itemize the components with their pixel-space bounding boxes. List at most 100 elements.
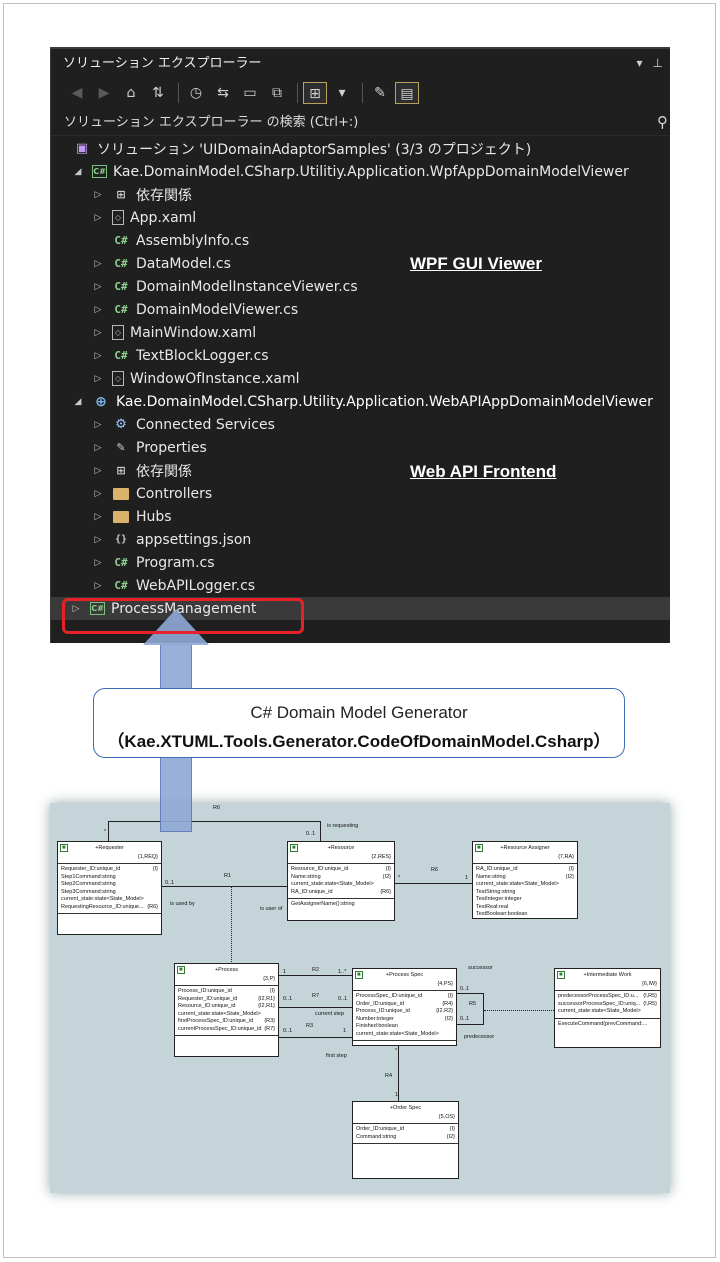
generator-title: C# Domain Model Generator bbox=[250, 703, 468, 722]
tree-item[interactable]: ▷ C# DomainModelViewer.cs bbox=[51, 298, 670, 321]
label-r4: R4 bbox=[385, 1073, 393, 1079]
collapsed-chevron-icon[interactable]: ▷ bbox=[93, 443, 103, 453]
tree-item[interactable]: ▷ ◇ App.xaml bbox=[51, 206, 670, 229]
tree-item[interactable]: ▷ ◇ MainWindow.xaml bbox=[51, 321, 670, 344]
class-resource-assigner[interactable]: ■ +Resource Assigner {7,RA} RA_ID:unique_i… bbox=[472, 841, 578, 919]
explorer-title: ソリューション エクスプローラー bbox=[63, 56, 262, 71]
collapsed-chevron-icon[interactable]: ▷ bbox=[93, 581, 103, 591]
connected-services-icon: ⚙ bbox=[115, 417, 127, 432]
label-mult: 1 bbox=[283, 969, 287, 975]
forward-icon[interactable]: ▶ bbox=[92, 82, 116, 104]
tree-item[interactable]: ▷ ✎ Properties bbox=[51, 436, 670, 459]
r5-line bbox=[457, 993, 483, 994]
tree-item[interactable]: ▷ C# Program.cs bbox=[51, 551, 670, 574]
tree-item[interactable]: ▷ Hubs bbox=[51, 505, 670, 528]
collapsed-chevron-icon[interactable]: ▷ bbox=[93, 213, 103, 223]
collapsed-chevron-icon[interactable]: ▷ bbox=[93, 489, 103, 499]
r4-line bbox=[398, 1045, 399, 1101]
collapsed-chevron-icon[interactable]: ▷ bbox=[93, 305, 103, 315]
toolbar-separator bbox=[178, 83, 179, 103]
collapsed-chevron-icon[interactable]: ▷ bbox=[93, 420, 103, 430]
collapsed-chevron-icon[interactable]: ▷ bbox=[93, 535, 103, 545]
json-file-icon: {} bbox=[114, 534, 128, 545]
xaml-file-icon: ◇ bbox=[112, 325, 124, 340]
tree-item[interactable]: ◢ ⊕ Kae.DomainModel.CSharp.Utility.Appli… bbox=[51, 390, 670, 413]
collapsed-chevron-icon[interactable]: ▷ bbox=[93, 466, 103, 476]
view-class-dropdown-icon[interactable]: ▾ bbox=[330, 82, 354, 104]
class-resource[interactable]: ■ +Resource {2,RES} Resource_ID:unique_id{… bbox=[287, 841, 395, 921]
back-icon[interactable]: ◀ bbox=[65, 82, 89, 104]
tree-item[interactable]: ▷ {} appsettings.json bbox=[51, 528, 670, 551]
options-dropdown-icon[interactable]: ▾ bbox=[637, 49, 643, 78]
toolbar-separator bbox=[297, 83, 298, 103]
label-mult: 1..* bbox=[338, 969, 347, 975]
label-current-step: current step bbox=[315, 1011, 345, 1017]
search-icon[interactable]: ⚲ bbox=[657, 113, 668, 131]
home-icon[interactable]: ⌂ bbox=[119, 82, 143, 104]
label-r6: R6 bbox=[213, 805, 221, 811]
tree-item[interactable]: ▷ C# DomainModelInstanceViewer.cs bbox=[51, 275, 670, 298]
tree-item[interactable]: ▷ ⚙ Connected Services bbox=[51, 413, 670, 436]
class-requester[interactable]: ■ +Requester {1,REQ} Requester_ID:unique_i… bbox=[57, 841, 162, 935]
expanded-chevron-icon[interactable]: ◢ bbox=[73, 397, 83, 407]
label-successor: successor bbox=[468, 965, 493, 971]
collapsed-chevron-icon[interactable]: ▷ bbox=[93, 259, 103, 269]
tree-item[interactable]: ▷ Controllers bbox=[51, 482, 670, 505]
pending-changes-filter-icon[interactable]: ◷ bbox=[184, 82, 208, 104]
tree-item[interactable]: ▷ C# DataModel.cs bbox=[51, 252, 670, 275]
collapse-all-icon[interactable]: ▭ bbox=[238, 82, 262, 104]
label-predecessor: predecessor bbox=[464, 1034, 495, 1040]
preview-selected-items-icon[interactable]: ▤ bbox=[395, 82, 419, 104]
class-process-spec[interactable]: ■ +Process Spec {4,PS} ProcessSpec_ID:uniq… bbox=[352, 968, 457, 1046]
properties-icon: ✎ bbox=[116, 441, 126, 454]
pin-icon[interactable]: ⊥ bbox=[653, 49, 663, 78]
tree-item[interactable]: ▷ C# TextBlockLogger.cs bbox=[51, 344, 670, 367]
properties-wrench-icon[interactable]: ✎ bbox=[368, 82, 392, 104]
show-all-files-icon[interactable]: ⧉ bbox=[265, 82, 289, 104]
csharp-file-icon: C# bbox=[114, 556, 128, 569]
label-r6: R6 bbox=[431, 867, 439, 873]
web-annotation: Web API Frontend bbox=[410, 462, 557, 481]
collapsed-chevron-icon[interactable]: ▷ bbox=[93, 190, 103, 200]
switch-views-icon[interactable]: ⇅ bbox=[146, 82, 170, 104]
highlight-box bbox=[62, 598, 304, 634]
r5-line bbox=[483, 993, 484, 1024]
solution-icon: ▣ bbox=[75, 141, 89, 156]
solution-node[interactable]: ▣ ソリューション 'UIDomainAdaptorSamples' (3/3 … bbox=[51, 137, 670, 160]
xaml-file-icon: ◇ bbox=[112, 210, 124, 225]
label-mult: 1 bbox=[465, 875, 469, 881]
tree-item[interactable]: ▷ ◇ WindowOfInstance.xaml bbox=[51, 367, 670, 390]
csharp-file-icon: C# bbox=[114, 280, 128, 293]
r6-line bbox=[108, 821, 109, 841]
r7-line bbox=[279, 1007, 352, 1008]
label-mult: 1 bbox=[343, 1028, 347, 1034]
search-input[interactable]: ソリューション エクスプローラー の検索 (Ctrl+:) bbox=[51, 110, 670, 136]
tree-item[interactable]: ▷ ⊞ 依存関係 bbox=[51, 183, 670, 206]
collapsed-chevron-icon[interactable]: ▷ bbox=[93, 374, 103, 384]
collapsed-chevron-icon[interactable]: ▷ bbox=[93, 512, 103, 522]
collapsed-chevron-icon[interactable]: ▷ bbox=[93, 282, 103, 292]
collapsed-chevron-icon[interactable]: ▷ bbox=[93, 328, 103, 338]
label-is-requesting: is requesting bbox=[327, 823, 359, 829]
sync-with-document-icon[interactable]: ⇆ bbox=[211, 82, 235, 104]
tree-item[interactable]: ▷ ⊞ 依存関係 bbox=[51, 459, 670, 482]
class-order-spec[interactable]: +Order Spec {5,OS} Order_ID:unique_id {I} … bbox=[352, 1101, 459, 1179]
tree-item[interactable]: C# AssemblyInfo.cs bbox=[51, 229, 670, 252]
expanded-chevron-icon[interactable]: ◢ bbox=[73, 167, 83, 177]
class-process[interactable]: ■ +Process {3,P} Process_ID:unique_id {I} R… bbox=[174, 963, 279, 1057]
class-intermediate-work[interactable]: ■ +Intermediate Work {6,IW} predecessorPro… bbox=[554, 968, 661, 1048]
csharp-file-icon: C# bbox=[114, 303, 128, 316]
tree-item[interactable]: ◢ C# Kae.DomainModel.CSharp.Utilitiy.App… bbox=[51, 160, 670, 183]
label-mult: * bbox=[395, 1048, 398, 1054]
label-mult: * bbox=[104, 829, 107, 835]
tree-item[interactable]: ▷ C# WebAPILogger.cs bbox=[51, 574, 670, 597]
r6b-line bbox=[395, 883, 472, 884]
dependencies-icon: ⊞ bbox=[116, 464, 126, 477]
label-mult: 0..1 bbox=[283, 996, 293, 1002]
csharp-file-icon: C# bbox=[114, 579, 128, 592]
r5-assoc-line bbox=[484, 1010, 554, 1011]
collapsed-chevron-icon[interactable]: ▷ bbox=[93, 351, 103, 361]
label-mult: 0..1 bbox=[165, 880, 175, 886]
collapsed-chevron-icon[interactable]: ▷ bbox=[93, 558, 103, 568]
view-class-icon[interactable]: ⊞ bbox=[303, 82, 327, 104]
